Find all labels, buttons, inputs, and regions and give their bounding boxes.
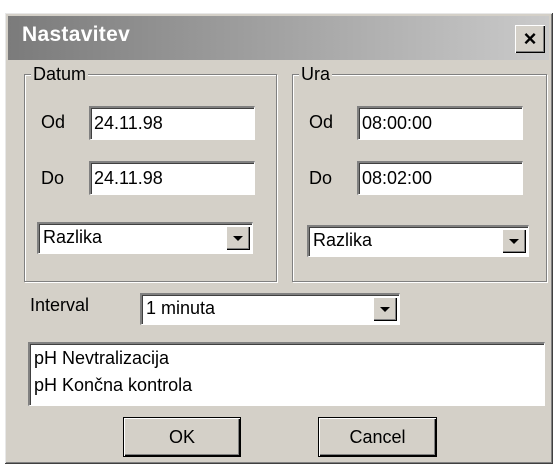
window-title: Nastavitev [22, 23, 131, 46]
interval-value: 1 minuta [146, 298, 216, 318]
close-button[interactable]: × [515, 25, 545, 53]
list-item[interactable]: pH Končna kontrola [34, 375, 192, 396]
title-bar[interactable]: Nastavitev × [8, 16, 549, 60]
chevron-down-icon[interactable] [373, 297, 397, 321]
list-item[interactable]: pH Nevtralizacija [34, 348, 169, 369]
measurement-list[interactable]: pH Nevtralizacija pH Končna kontrola [28, 342, 545, 406]
ura-mode-select[interactable]: Razlika [307, 225, 529, 257]
ura-mode-value: Razlika [313, 230, 373, 250]
datum-legend: Datum [31, 64, 89, 85]
chevron-down-icon[interactable] [226, 226, 250, 250]
ura-legend: Ura [299, 64, 333, 85]
ura-od-input[interactable]: 08:00:00 [357, 106, 523, 140]
interval-label: Interval [30, 295, 90, 315]
ura-od-label: Od [309, 112, 334, 132]
ura-do-label: Do [309, 168, 333, 188]
chevron-down-icon[interactable] [502, 229, 526, 253]
datum-do-input[interactable]: 24.11.98 [89, 161, 255, 195]
datum-group: Datum Od 24.11.98 Do 24.11.98 Razlika [24, 64, 277, 282]
interval-select[interactable]: 1 minuta [140, 293, 400, 325]
datum-od-input[interactable]: 24.11.98 [89, 106, 255, 140]
datum-mode-value: Razlika [43, 227, 103, 247]
ok-button[interactable]: OK [124, 418, 240, 456]
close-icon: × [523, 26, 537, 51]
datum-od-label: Od [41, 112, 66, 132]
ura-group: Ura Od 08:00:00 Do 08:02:00 Razlika [292, 64, 547, 282]
ura-do-input[interactable]: 08:02:00 [357, 161, 523, 195]
datum-mode-select[interactable]: Razlika [37, 222, 253, 254]
datum-do-label: Do [41, 168, 65, 188]
cancel-button[interactable]: Cancel [319, 418, 436, 456]
settings-dialog: Nastavitev × Datum Od 24.11.98 Do 24.11.… [4, 12, 553, 464]
